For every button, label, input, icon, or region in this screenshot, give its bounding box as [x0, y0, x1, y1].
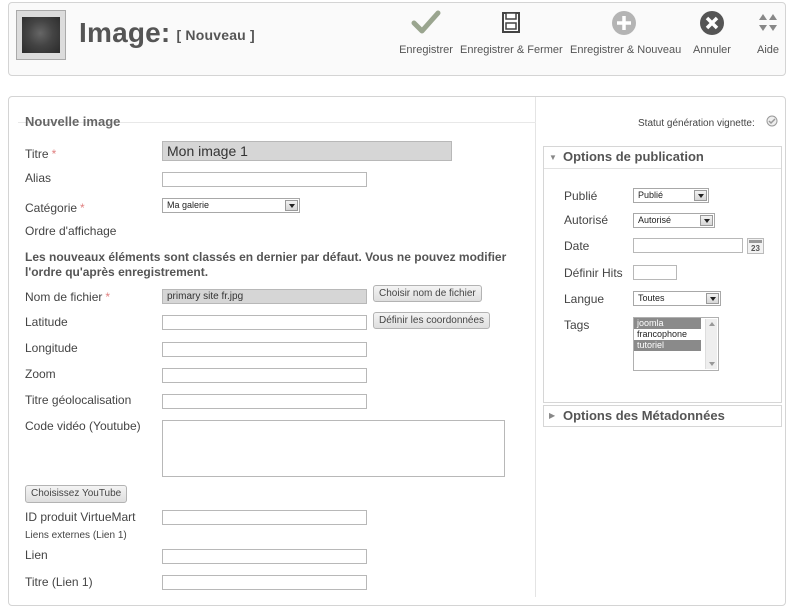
plus-circle-icon [612, 11, 636, 35]
panel-header-divider [544, 168, 781, 169]
language-select-value: Toutes [638, 293, 665, 303]
zoom-label: Zoom [25, 367, 56, 381]
caret-down-icon: ▼ [549, 153, 557, 162]
published-select-value: Publié [638, 190, 664, 200]
metadata-options-header[interactable]: Options des Métadonnées [563, 408, 725, 423]
zoom-input[interactable] [162, 368, 367, 383]
ordering-note: Les nouveaux éléments sont classés en de… [25, 250, 507, 279]
chevron-down-icon [700, 215, 713, 226]
authorized-select-value: Autorisé [638, 215, 672, 225]
language-label: Langue [564, 292, 605, 306]
tags-scrollbar[interactable] [705, 319, 717, 369]
checkmark-icon [411, 10, 441, 34]
ordering-label: Ordre d'affichage [25, 224, 117, 238]
floppy-disk-icon [502, 12, 520, 33]
page-title: Image: [ Nouveau ] [79, 17, 255, 49]
latitude-label: Latitude [25, 315, 68, 329]
filename-label: Nom de fichier * [25, 290, 111, 304]
chevron-down-icon [285, 200, 298, 211]
published-select[interactable]: Publié [633, 188, 709, 203]
cancel-label: Annuler [693, 44, 731, 56]
column-divider [535, 97, 536, 597]
save-button[interactable]: Enregistrer [394, 8, 458, 72]
authorized-label: Autorisé [564, 213, 609, 227]
date-input[interactable] [633, 238, 743, 253]
hits-label: Définir Hits [564, 266, 623, 280]
geo-title-label: Titre géolocalisation [25, 393, 132, 407]
tag-option[interactable]: francophone [634, 329, 701, 340]
link-title-label: Titre (Lien 1) [25, 575, 93, 589]
link-title-input[interactable] [162, 575, 367, 590]
save-close-label: Enregistrer & Fermer [460, 44, 563, 56]
tag-option[interactable]: joomla [634, 318, 701, 329]
authorized-select[interactable]: Autorisé [633, 213, 715, 228]
latitude-input[interactable] [162, 315, 367, 330]
save-new-label: Enregistrer & Nouveau [570, 44, 682, 56]
caret-right-icon: ▶ [549, 411, 556, 420]
choose-file-button[interactable]: Choisir nom de fichier [373, 285, 482, 302]
alias-label: Alias [25, 171, 52, 185]
link-input[interactable] [162, 549, 367, 564]
longitude-label: Longitude [25, 341, 78, 355]
title-input[interactable] [162, 141, 452, 161]
video-code-textarea[interactable] [162, 420, 505, 477]
status-check-icon [766, 115, 778, 127]
tags-multiselect[interactable]: joomla francophone tutoriel [633, 317, 719, 371]
alias-input[interactable] [162, 172, 367, 187]
published-label: Publié [564, 189, 598, 203]
choose-youtube-button[interactable]: Choisissez YouTube [25, 485, 128, 503]
define-coordinates-button[interactable]: Définir les coordonnées [373, 312, 491, 329]
calendar-icon[interactable]: 23 [747, 238, 764, 254]
publish-options-header[interactable]: Options de publication [563, 149, 704, 164]
category-label: Catégorie * [25, 201, 85, 215]
category-select-value: Ma galerie [167, 200, 210, 210]
longitude-input[interactable] [162, 342, 367, 357]
tags-label: Tags [564, 318, 590, 332]
close-circle-icon [700, 11, 724, 35]
title-label: Titre * [25, 147, 57, 161]
page-subtitle: [ Nouveau ] [176, 27, 255, 43]
external-links-label: Liens externes (Lien 1) [25, 530, 127, 541]
chevron-down-icon [694, 190, 707, 201]
category-select[interactable]: Ma galerie [162, 198, 300, 213]
link-label: Lien [25, 548, 48, 562]
virtuemart-input[interactable] [162, 510, 367, 525]
tag-option[interactable]: tutoriel [634, 340, 701, 351]
page-title-text: Image: [79, 17, 171, 48]
help-button[interactable]: Aide [750, 8, 786, 72]
help-arrows-icon [759, 14, 777, 31]
video-code-label: Code vidéo (Youtube) [25, 419, 141, 433]
save-close-button[interactable]: Enregistrer & Fermer [460, 8, 563, 72]
language-select[interactable]: Toutes [633, 291, 721, 306]
help-label: Aide [756, 44, 780, 56]
virtuemart-label: ID produit VirtueMart [25, 510, 136, 524]
cancel-button[interactable]: Annuler [689, 8, 735, 72]
thumbnail-status-label: Statut génération vignette: [638, 118, 755, 129]
image-thumbnail-icon [16, 10, 66, 60]
date-label: Date [564, 239, 590, 253]
hits-input[interactable] [633, 265, 677, 280]
chevron-down-icon [706, 293, 719, 304]
geo-title-input[interactable] [162, 394, 367, 409]
filename-input[interactable] [162, 289, 367, 304]
save-new-button[interactable]: Enregistrer & Nouveau [570, 8, 682, 72]
save-label: Enregistrer [399, 44, 453, 56]
fieldset-legend: Nouvelle image [25, 114, 121, 129]
